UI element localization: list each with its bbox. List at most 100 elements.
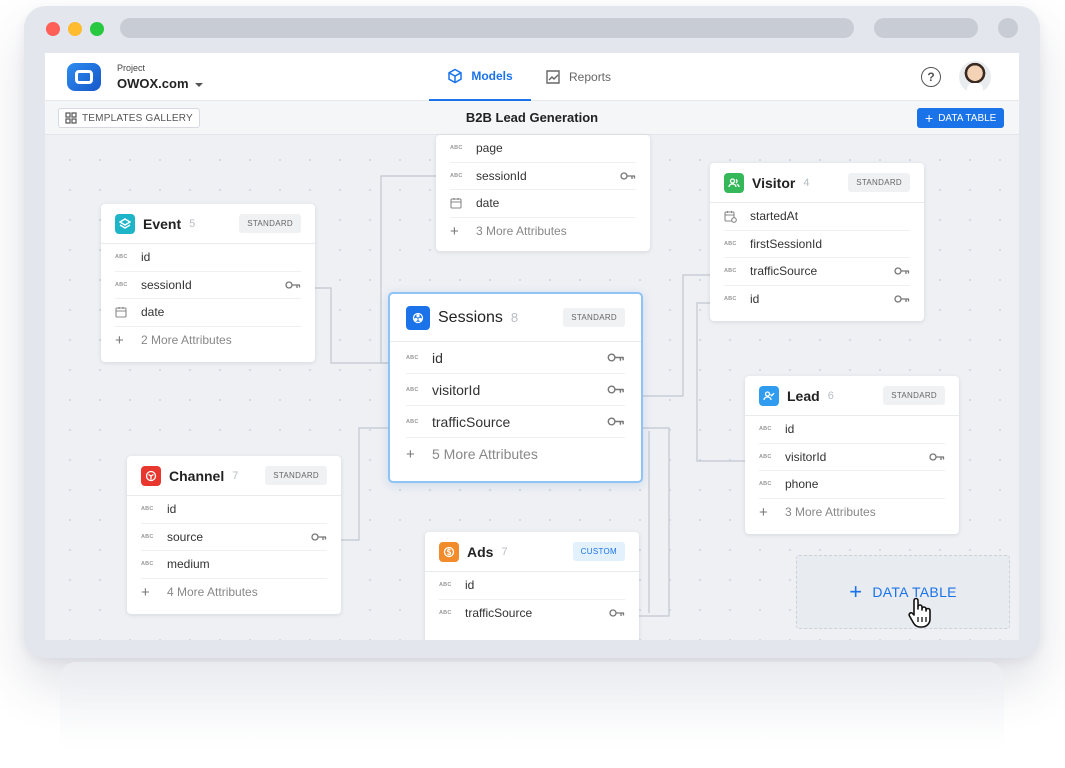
card-header[interactable]: Sessions 8 STANDARD — [390, 294, 641, 342]
attribute-row[interactable]: ABC firstSessionId — [724, 231, 910, 258]
attribute-row[interactable]: ABC phone — [759, 471, 945, 499]
abc-type-icon: ABC — [724, 268, 737, 275]
more-attributes-row[interactable]: + 3 More Attributes — [759, 499, 945, 527]
abc-type-icon: ABC — [759, 481, 772, 488]
key-icon — [607, 352, 625, 363]
plus-icon: + — [115, 331, 124, 349]
attribute-name: startedAt — [750, 209, 799, 224]
window-minimize-dot[interactable] — [68, 22, 82, 36]
plus-icon: + — [759, 503, 768, 521]
attribute-name: id — [167, 502, 177, 517]
attribute-row[interactable]: ABC id — [406, 342, 625, 374]
user-check-icon — [759, 385, 779, 406]
more-attributes-label: 3 More Attributes — [476, 224, 567, 239]
type-badge: STANDARD — [265, 466, 327, 485]
window-close-dot[interactable] — [46, 22, 60, 36]
attribute-count: 8 — [510, 310, 519, 325]
more-attributes-label: 2 More Attributes — [141, 333, 232, 348]
plus-icon: + — [450, 222, 459, 240]
help-icon[interactable]: ? — [921, 67, 941, 87]
project-label: Project — [117, 63, 146, 73]
avatar[interactable] — [959, 61, 991, 93]
abc-type-icon: ABC — [439, 582, 452, 589]
address-bar[interactable] — [120, 18, 854, 38]
table-card-ads[interactable]: Ads 7 CUSTOM ABC id ABC trafficSource — [425, 532, 639, 640]
templates-gallery-label: TEMPLATES GALLERY — [82, 112, 193, 124]
tab-reports[interactable]: Reports — [545, 53, 611, 101]
attribute-name: id — [465, 578, 475, 593]
table-card-sessions[interactable]: Sessions 8 STANDARD ABC id ABC visitorId… — [388, 292, 643, 483]
table-card-lead[interactable]: Lead 6 STANDARD ABC id ABC visitorId ABC… — [745, 376, 959, 534]
app-window: Project OWOX.com Models Reports ? B2B Le… — [45, 53, 1019, 640]
tab-models-label: Models — [471, 69, 513, 83]
attribute-name: id — [432, 349, 443, 366]
plus-icon: + — [849, 579, 863, 604]
model-canvas[interactable]: ABC page ABC sessionId date + 3 More Att… — [45, 135, 1019, 640]
attribute-row[interactable]: date — [450, 190, 636, 218]
add-data-table-button[interactable]: + DATA TABLE — [917, 108, 1005, 128]
more-attributes-label: 5 More Attributes — [432, 446, 538, 462]
attribute-row[interactable]: ABC sessionId — [450, 163, 636, 190]
attribute-count: 7 — [232, 469, 239, 482]
attribute-row[interactable]: ABC visitorId — [759, 444, 945, 471]
window-maximize-dot[interactable] — [90, 22, 104, 36]
add-data-table-dropzone[interactable]: + DATA TABLE — [796, 555, 1010, 629]
card-header[interactable]: Visitor 4 STANDARD — [710, 163, 924, 203]
more-attributes-label: 3 More Attributes — [785, 505, 876, 520]
attribute-row[interactable]: ABC trafficSource — [724, 258, 910, 286]
table-card-pages[interactable]: ABC page ABC sessionId date + 3 More Att… — [436, 135, 650, 251]
attribute-row[interactable]: ABC medium — [141, 551, 327, 579]
table-card-event[interactable]: Event 5 STANDARD ABC id ABC sessionId da… — [101, 204, 315, 362]
attribute-row[interactable]: startedAt — [724, 203, 910, 231]
attribute-row[interactable]: ABC trafficSource — [439, 600, 625, 628]
browser-menu-dot[interactable] — [998, 18, 1018, 38]
more-attributes-row[interactable]: + 5 More Attributes — [406, 438, 625, 470]
chart-icon — [546, 70, 560, 84]
attribute-name: source — [167, 529, 204, 544]
attribute-name: visitorId — [785, 449, 827, 464]
attribute-row[interactable]: ABC page — [450, 135, 636, 163]
abc-type-icon: ABC — [439, 610, 452, 617]
attribute-name: phone — [785, 477, 819, 492]
attribute-row[interactable]: ABC id — [141, 496, 327, 524]
project-name: OWOX.com — [117, 76, 189, 91]
attribute-name: trafficSource — [750, 264, 818, 279]
table-card-visitor[interactable]: Visitor 4 STANDARD startedAt ABC firstSe… — [710, 163, 924, 321]
card-header[interactable]: Event 5 STANDARD — [101, 204, 315, 244]
browser-extension-bar — [874, 18, 978, 38]
owox-logo-icon[interactable] — [67, 63, 101, 91]
card-title: Sessions — [438, 308, 503, 326]
grid-icon — [65, 112, 77, 124]
card-header[interactable]: Lead 6 STANDARD — [745, 376, 959, 416]
attribute-row[interactable]: ABC source — [141, 524, 327, 551]
tab-models[interactable]: Models — [429, 53, 531, 101]
type-badge: STANDARD — [239, 214, 301, 233]
attribute-row[interactable]: ABC id — [759, 416, 945, 444]
templates-gallery-button[interactable]: TEMPLATES GALLERY — [58, 108, 200, 128]
abc-type-icon: ABC — [450, 172, 463, 179]
abc-type-icon: ABC — [759, 426, 772, 433]
project-selector[interactable]: OWOX.com — [117, 76, 203, 91]
more-attributes-row[interactable]: + 4 More Attributes — [141, 579, 327, 607]
attribute-name: sessionId — [476, 168, 527, 183]
key-icon — [285, 280, 301, 290]
more-attributes-row[interactable]: + 3 More Attributes — [450, 218, 636, 246]
abc-type-icon: ABC — [115, 281, 128, 288]
more-attributes-row[interactable]: + 2 More Attributes — [115, 327, 301, 355]
abc-type-icon: ABC — [724, 296, 737, 303]
attribute-count: 7 — [501, 545, 508, 558]
abc-type-icon: ABC — [759, 453, 772, 460]
attribute-row[interactable]: ABC trafficSource — [406, 406, 625, 438]
attribute-row[interactable]: date — [115, 299, 301, 327]
sessions-icon — [406, 305, 430, 330]
attribute-row[interactable]: ABC sessionId — [115, 272, 301, 299]
attribute-row[interactable]: ABC id — [439, 572, 625, 600]
attribute-row[interactable]: ABC visitorId — [406, 374, 625, 406]
attribute-row[interactable]: ABC id — [115, 244, 301, 272]
table-card-channel[interactable]: Channel 7 STANDARD ABC id ABC source ABC… — [127, 456, 341, 614]
abc-type-icon: ABC — [406, 386, 419, 393]
card-header[interactable]: Channel 7 STANDARD — [127, 456, 341, 496]
card-header[interactable]: Ads 7 CUSTOM — [425, 532, 639, 572]
abc-type-icon: ABC — [406, 354, 419, 361]
attribute-row[interactable]: ABC id — [724, 286, 910, 314]
